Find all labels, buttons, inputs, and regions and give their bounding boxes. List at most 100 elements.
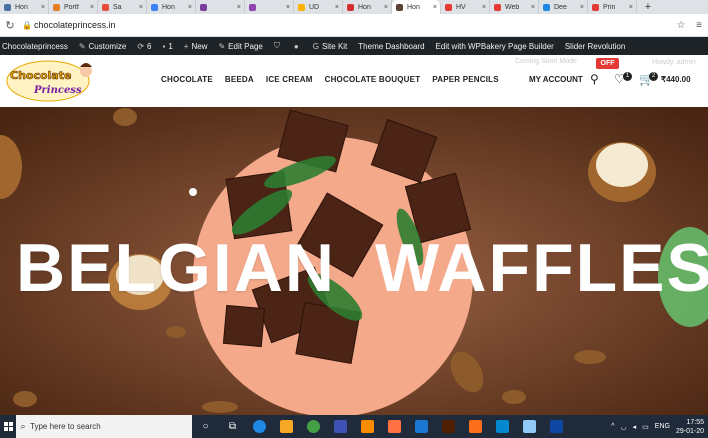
- wp-updates-count: 6: [147, 41, 152, 51]
- wp-status-dot[interactable]: ●: [294, 42, 302, 51]
- wp-site-kit[interactable]: G Site Kit: [313, 42, 348, 51]
- wp-shield[interactable]: ⛉: [274, 41, 283, 51]
- vlc-icon[interactable]: [354, 415, 381, 438]
- windows-start-icon[interactable]: [4, 421, 14, 432]
- browser-tab[interactable]: UD ×: [294, 0, 343, 14]
- logo-word-bottom: Princess: [33, 85, 82, 96]
- browser-tab[interactable]: Hon ×: [147, 0, 196, 14]
- wp-wpbakery-label: Edit with WPBakery Page Builder: [435, 41, 554, 51]
- google-g-icon: G: [312, 41, 319, 51]
- nav-item[interactable]: PAPER PENCILS: [432, 75, 498, 84]
- wishlist-count-badge: 1: [623, 72, 632, 81]
- wp-customize[interactable]: ✎ Customize: [79, 42, 127, 51]
- my-account-link[interactable]: MY ACCOUNT: [529, 75, 583, 84]
- tab-title: Dee: [554, 3, 567, 11]
- file-explorer-icon[interactable]: [273, 415, 300, 438]
- cart-total[interactable]: ₹440.00: [661, 75, 691, 84]
- browser-tab[interactable]: Hon ×: [343, 0, 392, 14]
- wp-site-name[interactable]: Chocolateprincess: [2, 42, 68, 51]
- taskbar-search-placeholder: Type here to search: [30, 422, 101, 431]
- logo-graphic: Chocolate Princess: [6, 60, 92, 102]
- browser-tab[interactable]: ×: [245, 0, 294, 14]
- cortana-icon[interactable]: ○: [192, 415, 219, 438]
- tab-close-icon[interactable]: ×: [237, 4, 241, 11]
- tab-favicon-icon: [102, 3, 109, 11]
- notes-icon[interactable]: [516, 415, 543, 438]
- edge-icon[interactable]: [246, 415, 273, 438]
- tab-favicon-icon: [347, 3, 354, 11]
- wp-wpbakery[interactable]: Edit with WPBakery Page Builder: [436, 42, 554, 51]
- app-icon[interactable]: [489, 415, 516, 438]
- search-icon[interactable]: ⚲: [590, 72, 599, 86]
- tray-chevron-icon[interactable]: ^: [611, 423, 614, 430]
- photoshop-icon[interactable]: [543, 415, 570, 438]
- nav-item[interactable]: CHOCOLATE BOUQUET: [325, 75, 421, 84]
- comment-icon: ▪: [162, 41, 166, 51]
- tab-close-icon[interactable]: ×: [384, 4, 388, 11]
- browser-tab[interactable]: Sa ×: [98, 0, 147, 14]
- tab-close-icon[interactable]: ×: [286, 4, 290, 11]
- tab-close-icon[interactable]: ×: [531, 4, 535, 11]
- browser-tab-strip: Hon × Portf × Sa × Hon × × × UD × Hon × Hon × HV × Web × Dee…: [0, 0, 708, 14]
- site-logo[interactable]: Chocolate Princess: [6, 59, 96, 103]
- wp-comments[interactable]: ▪ 1: [162, 42, 172, 51]
- wifi-icon[interactable]: ◡: [621, 423, 627, 431]
- tab-close-icon[interactable]: ×: [90, 4, 94, 11]
- browser-tab[interactable]: Portf ×: [49, 0, 98, 14]
- bookmark-star-icon[interactable]: ☆: [672, 20, 690, 31]
- tab-favicon-icon: [592, 3, 599, 11]
- tab-favicon-icon: [53, 3, 60, 11]
- wp-theme-dashboard[interactable]: Theme Dashboard: [358, 42, 424, 51]
- browser-tab[interactable]: Prin ×: [588, 0, 637, 14]
- lock-icon[interactable]: 🔒: [20, 21, 34, 30]
- clock-time: 17:55: [686, 418, 704, 426]
- browser-tab[interactable]: HV ×: [441, 0, 490, 14]
- tab-close-icon[interactable]: ×: [580, 4, 584, 11]
- browser-tab[interactable]: Web ×: [490, 0, 539, 14]
- wp-slider-revolution[interactable]: Slider Revolution: [565, 42, 625, 51]
- tab-title: Hon: [407, 3, 420, 11]
- browser-tab[interactable]: ×: [196, 0, 245, 14]
- new-tab-button[interactable]: +: [637, 0, 659, 14]
- sublime-icon[interactable]: [381, 415, 408, 438]
- address-bar: ↻ 🔒 chocolateprincess.in ☆ ≡: [0, 14, 708, 37]
- tab-close-icon[interactable]: ×: [188, 4, 192, 11]
- tab-close-icon[interactable]: ×: [433, 4, 437, 11]
- nav-item[interactable]: ICE CREAM: [266, 75, 313, 84]
- task-view-icon[interactable]: ⧉: [219, 415, 246, 438]
- tab-close-icon[interactable]: ×: [335, 4, 339, 11]
- tab-title: UD: [309, 3, 320, 11]
- battery-icon[interactable]: ▭: [642, 423, 649, 431]
- store-icon[interactable]: [327, 415, 354, 438]
- howdy-admin[interactable]: Howdy, admin: [652, 59, 696, 66]
- wp-updates[interactable]: ⟳ 6: [137, 42, 151, 51]
- hero-headline-right: WAFFLES: [375, 230, 708, 306]
- taskbar-search[interactable]: ⌕ Type here to search: [16, 415, 192, 438]
- clock[interactable]: 17:55 29-01-20: [676, 418, 704, 436]
- wp-edit-page[interactable]: ✎ Edit Page: [218, 42, 262, 51]
- reading-list-icon[interactable]: ≡: [690, 20, 708, 31]
- reload-icon[interactable]: ↻: [0, 19, 20, 32]
- url-field[interactable]: chocolateprincess.in: [34, 20, 672, 30]
- clock-date: 29-01-20: [675, 427, 704, 435]
- nav-item[interactable]: CHOCOLATE: [161, 75, 213, 84]
- tab-close-icon[interactable]: ×: [629, 4, 633, 11]
- language-indicator[interactable]: ENG: [655, 423, 670, 430]
- nav-item[interactable]: BEEDA: [225, 75, 254, 84]
- wp-slider-label: Slider Revolution: [564, 41, 626, 51]
- pencil-icon: ✎: [218, 41, 226, 51]
- tab-close-icon[interactable]: ×: [139, 4, 143, 11]
- browser-tab[interactable]: Dee ×: [539, 0, 588, 14]
- browser-tab[interactable]: Hon ×: [0, 0, 49, 14]
- tab-close-icon[interactable]: ×: [482, 4, 486, 11]
- volume-icon[interactable]: ◂: [633, 423, 637, 431]
- coming-soon-off-badge[interactable]: OFF: [596, 58, 619, 69]
- illustrator-icon[interactable]: [435, 415, 462, 438]
- xampp-icon[interactable]: [462, 415, 489, 438]
- wp-new[interactable]: + New: [184, 42, 208, 51]
- vscode-icon[interactable]: [408, 415, 435, 438]
- chrome-icon[interactable]: [300, 415, 327, 438]
- browser-tab[interactable]: Hon ×: [392, 0, 441, 14]
- wp-customize-label: Customize: [88, 41, 127, 51]
- tab-close-icon[interactable]: ×: [41, 4, 45, 11]
